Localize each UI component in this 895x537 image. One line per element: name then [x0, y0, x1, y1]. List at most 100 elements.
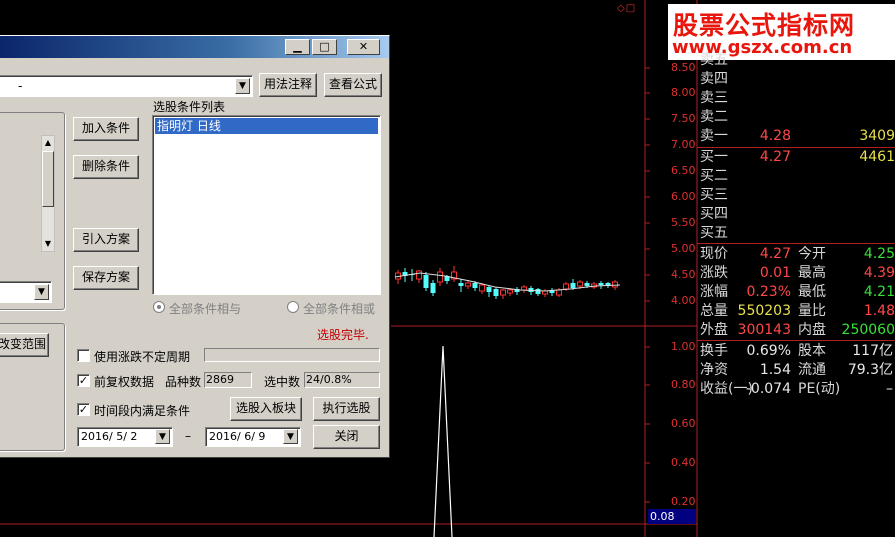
- candle-body: [563, 283, 569, 290]
- bid-level-label: 买三: [700, 187, 728, 203]
- add-condition-button[interactable]: 加入条件: [73, 117, 139, 141]
- condition-list-item[interactable]: 指明灯 日线: [155, 118, 378, 134]
- ask-level-label: 卖一: [700, 128, 728, 144]
- stat-value: 117亿: [852, 343, 893, 359]
- price-tick-label: 8.50: [671, 61, 696, 74]
- date-from-picker[interactable]: 2016/ 5/ 2 ▼: [77, 427, 173, 447]
- ask-volume: 3409: [859, 128, 895, 144]
- stat-value: –: [886, 381, 893, 397]
- selected-count-label: 选中数: [264, 375, 301, 389]
- stock-selector-dialog[interactable]: ▁ □ ✕ - ▼ 用法注释 查看公式 ▲ ▼ ▼ 加入条件 删除条件 引入方案…: [0, 35, 390, 458]
- price-tick-label: 7.00: [671, 138, 696, 151]
- usage-notes-button[interactable]: 用法注释: [259, 73, 317, 97]
- stat-value: 79.3亿: [847, 362, 893, 378]
- candle-body: [465, 282, 471, 287]
- candle-body: [423, 275, 429, 288]
- radio-all-and[interactable]: [153, 301, 165, 313]
- bid-row: 买四: [697, 205, 895, 224]
- stat-row: 净资 1.54 流通 79.3亿: [697, 361, 895, 380]
- stat-value: 550203: [737, 303, 791, 319]
- stat-row: 涨幅 0.23% 最低 4.21: [697, 283, 895, 302]
- view-formula-button[interactable]: 查看公式: [324, 73, 382, 97]
- candle-body: [535, 289, 541, 294]
- change-range-button[interactable]: 改变范围: [0, 333, 49, 357]
- stat-label: 外盘: [700, 322, 728, 338]
- import-plan-button[interactable]: 引入方案: [73, 228, 139, 252]
- variety-count-label: 品种数: [165, 375, 202, 389]
- stat-row: 换手 0.69% 股本 117亿: [697, 342, 895, 361]
- condition-formula-combo[interactable]: - ▼: [0, 75, 253, 97]
- close-dialog-button[interactable]: 关闭: [313, 425, 380, 449]
- ask-price: 4.28: [759, 128, 791, 144]
- execute-selection-button[interactable]: 执行选股: [313, 397, 380, 421]
- radio-all-or-label: 全部条件相或: [303, 302, 376, 316]
- stat-label: 涨幅: [700, 284, 728, 300]
- status-text: 选股完毕.: [317, 328, 369, 342]
- bid-price: 4.27: [759, 149, 791, 165]
- candle-body: [577, 281, 583, 287]
- radio-all-or[interactable]: [287, 301, 299, 313]
- save-plan-button[interactable]: 保存方案: [73, 266, 139, 290]
- ask-row: 卖一 4.28 3409: [697, 127, 895, 146]
- price-tick-label: 7.50: [671, 112, 696, 125]
- condition-list[interactable]: 指明灯 日线: [152, 115, 381, 295]
- minimize-button[interactable]: ▁: [285, 39, 310, 55]
- date-to-picker[interactable]: 2016/ 6/ 9 ▼: [205, 427, 301, 447]
- candle-body: [570, 283, 576, 288]
- candle-body: [556, 289, 562, 296]
- dialog-titlebar[interactable]: ▁ □ ✕: [0, 36, 389, 58]
- candle-body: [521, 286, 527, 291]
- stat-value: 0.01: [759, 265, 791, 281]
- parameter-scrollbar[interactable]: ▲ ▼: [41, 135, 55, 252]
- stat-value: 0.69%: [746, 343, 791, 359]
- chevron-down-icon[interactable]: ▼: [34, 284, 49, 300]
- chk-pre-adjust-label: 前复权数据: [94, 375, 155, 389]
- chk-time-range[interactable]: ✓: [77, 403, 90, 416]
- stat-value: 4.25: [863, 246, 895, 262]
- quote-panel: 卖五 卖四 卖三 卖二 卖一 4.28 3409 买一 4.27 4461 买二 买三 买四 买五 现价…: [697, 0, 895, 537]
- ask-row: 卖三: [697, 89, 895, 108]
- stat-label: 总量: [700, 303, 728, 319]
- close-window-button[interactable]: ✕: [347, 39, 380, 55]
- stat-row: 总量 550203 量比 1.48: [697, 302, 895, 321]
- scroll-up-icon[interactable]: ▲: [41, 136, 55, 150]
- chk-pre-adjust[interactable]: ✓: [77, 374, 90, 387]
- indicator-current-value: 0.08: [648, 509, 696, 524]
- chk-time-range-label: 时间段内满足条件: [94, 404, 191, 418]
- stat-label: 股本: [798, 343, 826, 359]
- stat-value: -0.074: [745, 381, 791, 397]
- stat-label: 涨跌: [700, 265, 728, 281]
- stat-label: 净资: [700, 362, 728, 378]
- chevron-down-icon[interactable]: ▼: [235, 78, 250, 94]
- chevron-down-icon[interactable]: ▼: [155, 429, 170, 444]
- date-to-value: 2016/ 6/ 9: [209, 430, 266, 443]
- candle-body: [486, 287, 492, 292]
- select-to-board-button[interactable]: 选股入板块: [230, 397, 302, 421]
- stat-label: 最低: [798, 284, 826, 300]
- delete-condition-button[interactable]: 删除条件: [73, 155, 139, 179]
- chart-top-markers[interactable]: ◇□: [617, 3, 636, 14]
- selection-progress-bar: [204, 348, 380, 362]
- chevron-down-icon[interactable]: ▼: [283, 429, 298, 444]
- stat-value: 0.23%: [746, 284, 791, 300]
- bid-row: 买二: [697, 167, 895, 186]
- ask-level-label: 卖三: [700, 90, 728, 106]
- stat-value: 4.39: [863, 265, 895, 281]
- bid-level-label: 买四: [700, 206, 728, 222]
- variety-count-value: 2869: [204, 372, 252, 388]
- parameter-combo[interactable]: ▼: [0, 281, 52, 303]
- selected-count-value: 24/0.8%: [304, 372, 380, 388]
- restore-button[interactable]: □: [312, 39, 337, 55]
- candle-body: [458, 283, 464, 286]
- price-tick-label: 5.50: [671, 216, 696, 229]
- scroll-down-icon[interactable]: ▼: [41, 237, 55, 251]
- indicator-tick-label: 0.40: [671, 456, 696, 469]
- chk-uncertain-period[interactable]: [77, 349, 90, 362]
- bid-level-label: 买一: [700, 149, 728, 165]
- indicator-tick-label: 0.80: [671, 378, 696, 391]
- candle-body: [472, 283, 478, 288]
- scroll-thumb[interactable]: [42, 151, 54, 207]
- stat-label: 内盘: [798, 322, 826, 338]
- bid-level-label: 买二: [700, 168, 728, 184]
- condition-combo-value: -: [18, 79, 23, 93]
